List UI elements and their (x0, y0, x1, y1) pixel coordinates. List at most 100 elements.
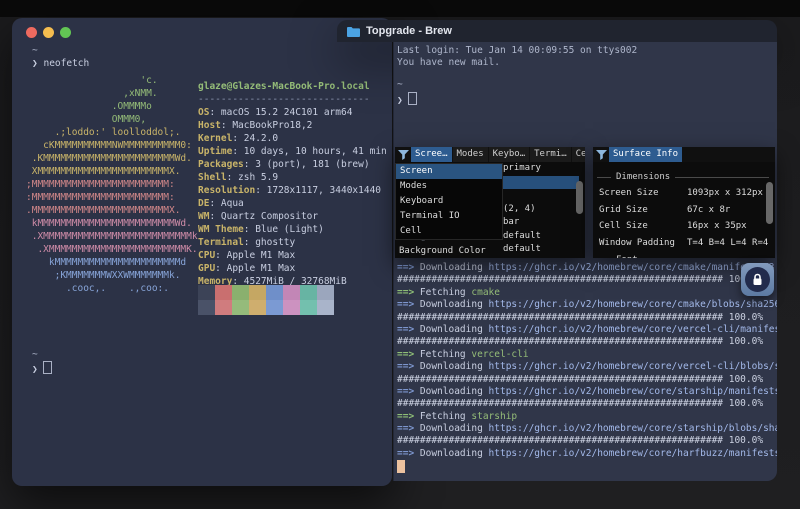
neofetch-row-label: CPU (198, 250, 215, 261)
neofetch-row-value: : Blue (Light) (244, 224, 324, 235)
brew-line: ==> Fetching starship (397, 411, 777, 423)
cwd-indicator: ~ (32, 44, 38, 57)
surface-row-label: Screen Size (599, 188, 659, 198)
section-header-dimensions: Dimensions (597, 170, 769, 185)
neofetch-row-label: WM Theme (198, 224, 244, 235)
tab-scree[interactable]: Scree… (411, 147, 452, 162)
tab-surface-info[interactable]: Surface Info (609, 147, 682, 162)
surface-row-value: 67c x 8r (687, 203, 730, 218)
surface-info-row: Window PaddingT=4 B=4 L=4 R=4 (599, 236, 775, 251)
ascii-art-line: XMMMMMMMMMMMMMMMMMMMMMMMX. (26, 165, 198, 178)
topgrade-terminal-content[interactable]: Last login: Tue Jan 14 00:09:55 on ttys0… (393, 42, 777, 481)
neofetch-row: Uptime: 10 days, 10 hours, 41 min (198, 145, 387, 158)
neofetch-row-value: : Apple M1 Max (215, 263, 295, 274)
ascii-art-line: ;MMMMMMMMMMMMMMMMMMMMMMMM: (26, 178, 198, 191)
progress-bar-line: ########################################… (397, 435, 777, 447)
download-url: https://ghcr.io/v2/homebrew/core/vercel-… (489, 361, 777, 372)
tab-cell[interactable]: Cell (572, 147, 585, 162)
progress-bar-line: ########################################… (397, 374, 777, 386)
ascii-art-line: .cooc,. .,coo:. (26, 282, 198, 295)
scrollbar-thumb[interactable] (766, 182, 773, 224)
download-label: Downloading (420, 448, 489, 459)
topgrade-window-titlebar[interactable]: Topgrade - Brew (337, 20, 777, 42)
neofetch-row-label: Shell (198, 172, 227, 183)
last-login-line: Last login: Tue Jan 14 00:09:55 on ttys0… (397, 45, 637, 57)
tab-keybo[interactable]: Keybo… (489, 147, 530, 162)
download-url: https://ghcr.io/v2/homebrew/core/cmake/m… (489, 262, 775, 273)
palette-row (198, 285, 334, 300)
neofetch-row-label: Terminal (198, 237, 244, 248)
palette-swatch (198, 300, 215, 315)
download-url: https://ghcr.io/v2/homebrew/core/starshi… (489, 423, 777, 434)
tab-modes[interactable]: Modes (453, 147, 488, 162)
row-label-background-color: Background Color (399, 244, 486, 258)
neofetch-row-label: WM (198, 211, 209, 222)
funnel-icon[interactable] (595, 148, 608, 161)
ascii-art-line: .OMMMMo (26, 100, 198, 113)
progress-bar-line: ########################################… (397, 274, 777, 286)
fetch-label: Fetching (420, 411, 471, 422)
brew-line: ==> Downloading https://ghcr.io/v2/homeb… (397, 324, 777, 336)
dropdown-item-modes[interactable]: Modes (396, 179, 502, 194)
inspector-tab-bar: Scree…ModesKeybo…Termi…Cell (395, 147, 585, 162)
neofetch-row-label: Host (198, 120, 221, 131)
brew-line: ==> Fetching cmake (397, 287, 777, 299)
inspector-value-row (503, 176, 579, 190)
surface-row-label: Cell Size (599, 221, 648, 231)
arrow-glyph: ==> (397, 262, 420, 273)
neofetch-row: Resolution: 1728x1117, 3440x1440 (198, 184, 387, 197)
palette-swatch (215, 285, 232, 300)
neofetch-terminal-window[interactable]: ~ ❯ neofetch 'c. ,xNMM. .OMMMMo OMMM0, .… (12, 18, 392, 486)
neofetch-row-label: DE (198, 198, 209, 209)
inspector-value-row: (2, 4) (503, 203, 575, 217)
terminal-color-palette (198, 285, 334, 315)
terminal-content: ~ ❯ neofetch 'c. ,xNMM. .OMMMMo OMMM0, .… (12, 18, 392, 486)
dropdown-item-keyboard[interactable]: Keyboard (396, 194, 502, 209)
dropdown-item-terminal-io[interactable]: Terminal IO (396, 209, 502, 224)
command-text: neofetch (43, 58, 89, 69)
progress-bar-line: ########################################… (397, 312, 777, 324)
arrow-glyph: ==> (397, 423, 420, 434)
prompt-line: ❯ (32, 361, 52, 376)
palette-row (198, 300, 334, 315)
ascii-art-line: cKMMMMMMMMMMNWMMMMMMMMMM0: (26, 139, 198, 152)
desktop: ~ ❯ neofetch 'c. ,xNMM. .OMMMMo OMMM0, .… (0, 0, 800, 509)
neofetch-row-value: : zsh 5.9 (227, 172, 278, 183)
package-name: starship (471, 411, 517, 422)
ascii-art-line: .XMMMMMMMMMMMMMMMMMMMMMMMMK. (26, 243, 198, 256)
inspector-value-row (503, 189, 575, 203)
download-label: Downloading (420, 386, 489, 397)
palette-swatch (266, 300, 283, 315)
neofetch-row: Packages: 3 (port), 181 (brew) (198, 158, 387, 171)
surface-row-label: Window Padding (599, 238, 675, 248)
palette-swatch (300, 300, 317, 315)
dropdown-item-screen[interactable]: Screen (396, 164, 502, 179)
ascii-art-line: .;loddo:' loolloddol;. (26, 126, 198, 139)
download-url: https://ghcr.io/v2/homebrew/core/harfbuz… (489, 448, 777, 459)
arrow-glyph: ==> (397, 299, 420, 310)
neofetch-row-value: : Quartz Compositor (209, 211, 318, 222)
neofetch-row-label: GPU (198, 263, 215, 274)
neofetch-row-value: : 10 days, 10 hours, 41 min (232, 146, 386, 157)
ascii-art-line: OMMM0, (26, 113, 198, 126)
scrollbar-thumb[interactable] (576, 181, 583, 214)
tab-termi[interactable]: Termi… (530, 147, 571, 162)
palette-swatch (249, 300, 266, 315)
cwd-indicator: ~ (32, 348, 38, 361)
neofetch-row: DE: Aqua (198, 197, 387, 210)
funnel-icon[interactable] (397, 148, 410, 161)
login-info: Last login: Tue Jan 14 00:09:55 on ttys0… (397, 45, 637, 70)
terminal-inspector-panel[interactable]: Scree…ModesKeybo…Termi…Cell primary(2, 4… (395, 147, 585, 258)
inspector-value-row: primary (503, 162, 575, 176)
palette-swatch (232, 300, 249, 315)
inspector-values: primary(2, 4)bardefaultdefault (503, 162, 575, 257)
neofetch-row-value: : 3 (port), 181 (brew) (244, 159, 370, 170)
neofetch-row-label: Uptime (198, 146, 232, 157)
inspector-dropdown-menu: ScreenModesKeyboardTerminal IOCell (395, 163, 503, 240)
ascii-art-line: .XMMMMMMMMMMMMMMMMMMMMMMMMMMk (26, 230, 198, 243)
prompt-symbol: ❯ (397, 95, 403, 106)
surface-info-panel[interactable]: Surface Info Dimensions Screen Size1093p… (593, 147, 775, 258)
neofetch-row: Kernel: 24.2.0 (198, 132, 387, 145)
palette-swatch (283, 285, 300, 300)
dropdown-item-cell[interactable]: Cell (396, 224, 502, 239)
